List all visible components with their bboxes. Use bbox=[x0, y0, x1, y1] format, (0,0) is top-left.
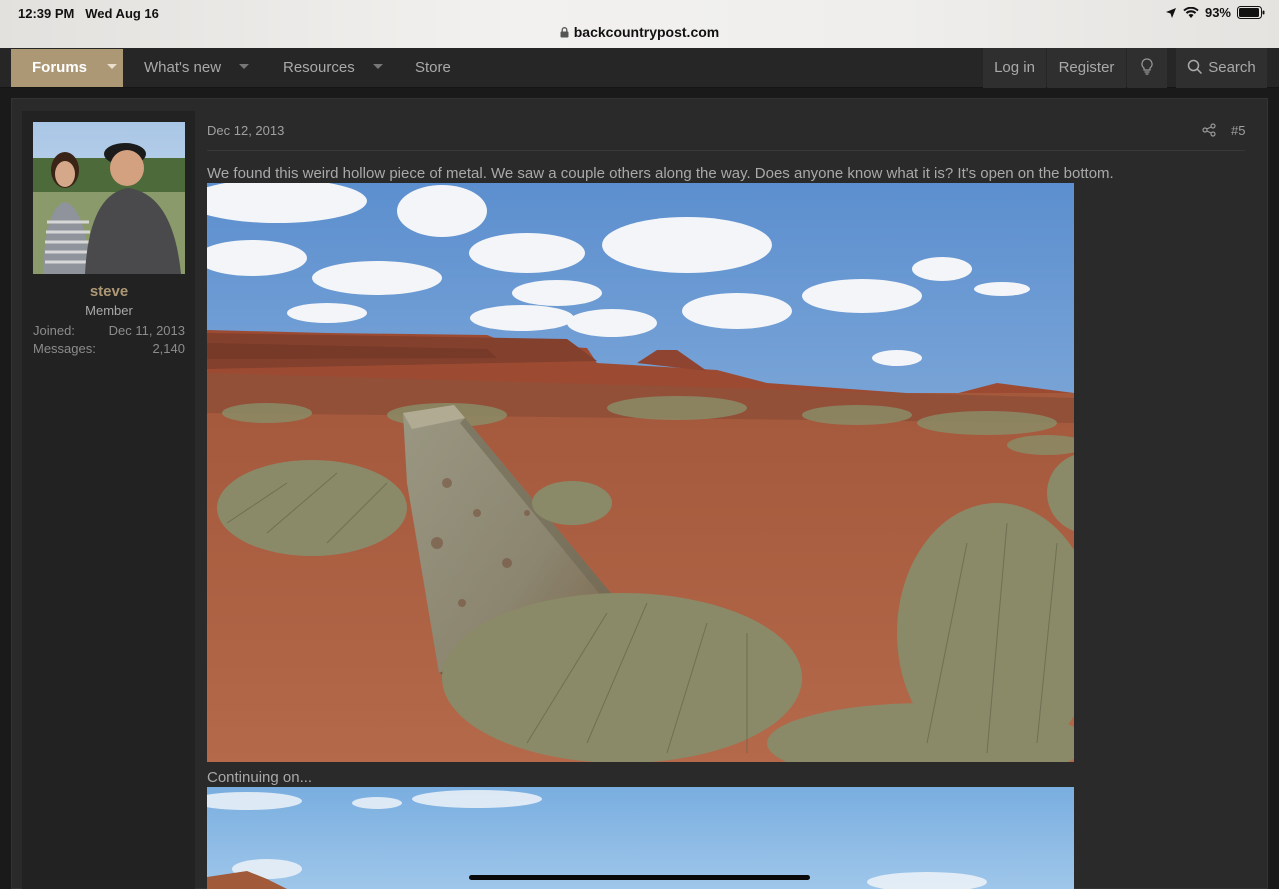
post-number-link[interactable]: #5 bbox=[1231, 123, 1245, 138]
post-continuation-text: Continuing on... bbox=[207, 769, 313, 786]
share-icon[interactable] bbox=[1202, 123, 1216, 137]
messages-label: Messages: bbox=[33, 341, 96, 356]
user-title: Member bbox=[85, 303, 133, 318]
style-chooser-button[interactable] bbox=[1127, 48, 1167, 88]
tab-label: Resources bbox=[283, 59, 355, 76]
post-body-text: We found this weird hollow piece of meta… bbox=[207, 165, 1114, 182]
search-button[interactable]: Search bbox=[1176, 48, 1267, 88]
chevron-down-icon[interactable] bbox=[107, 64, 118, 69]
messages-value: 2,140 bbox=[152, 341, 185, 356]
tab-resources[interactable]: Resources bbox=[283, 48, 383, 88]
tab-whats-new[interactable]: What's new bbox=[144, 48, 250, 88]
register-button[interactable]: Register bbox=[1047, 48, 1126, 88]
lightbulb-icon bbox=[1141, 58, 1153, 75]
register-label: Register bbox=[1058, 59, 1115, 76]
search-label: Search bbox=[1208, 59, 1256, 76]
lock-icon bbox=[560, 27, 569, 38]
tab-label: What's new bbox=[144, 59, 222, 76]
status-indicators: 93% bbox=[1165, 5, 1265, 20]
chevron-down-icon[interactable] bbox=[372, 64, 383, 69]
battery-percent: 93% bbox=[1204, 5, 1231, 20]
chevron-down-icon[interactable] bbox=[239, 64, 250, 69]
search-icon bbox=[1187, 59, 1203, 75]
avatar-photo bbox=[33, 122, 185, 274]
user-messages: Messages: 2,140 bbox=[33, 341, 185, 356]
status-time: 12:39 PM Wed Aug 16 bbox=[18, 6, 159, 21]
address-bar[interactable]: backcountrypost.com bbox=[0, 24, 1279, 40]
ios-status-bar: 12:39 PM Wed Aug 16 93% backcountrypost.… bbox=[0, 0, 1279, 48]
tab-forums[interactable]: Forums bbox=[11, 49, 123, 87]
post-date[interactable]: Dec 12, 2013 bbox=[207, 123, 284, 138]
user-joined: Joined: Dec 11, 2013 bbox=[33, 323, 185, 338]
location-arrow-icon bbox=[1165, 7, 1176, 18]
username[interactable]: steve bbox=[33, 283, 185, 300]
desert-photo bbox=[207, 183, 1074, 762]
tab-label: Store bbox=[415, 59, 451, 76]
login-label: Log in bbox=[994, 59, 1035, 76]
home-indicator[interactable] bbox=[469, 875, 810, 880]
post-image-second[interactable] bbox=[207, 787, 1074, 889]
login-button[interactable]: Log in bbox=[983, 48, 1046, 88]
url-text: backcountrypost.com bbox=[573, 24, 720, 40]
post-header-divider bbox=[207, 150, 1245, 151]
forum-navbar: Forums What's new Resources Store Log in… bbox=[0, 48, 1279, 88]
joined-label: Joined: bbox=[33, 323, 75, 338]
tab-store[interactable]: Store bbox=[415, 48, 451, 88]
tab-label: Forums bbox=[32, 59, 88, 76]
avatar[interactable] bbox=[33, 122, 185, 274]
second-photo bbox=[207, 787, 1074, 889]
wifi-icon bbox=[1183, 6, 1199, 18]
battery-icon bbox=[1237, 6, 1265, 19]
clock-date: Wed Aug 16 bbox=[85, 6, 159, 21]
clock-time: 12:39 PM bbox=[18, 6, 75, 21]
joined-value: Dec 11, 2013 bbox=[108, 323, 185, 338]
post-image-desert-metal[interactable] bbox=[207, 183, 1074, 762]
